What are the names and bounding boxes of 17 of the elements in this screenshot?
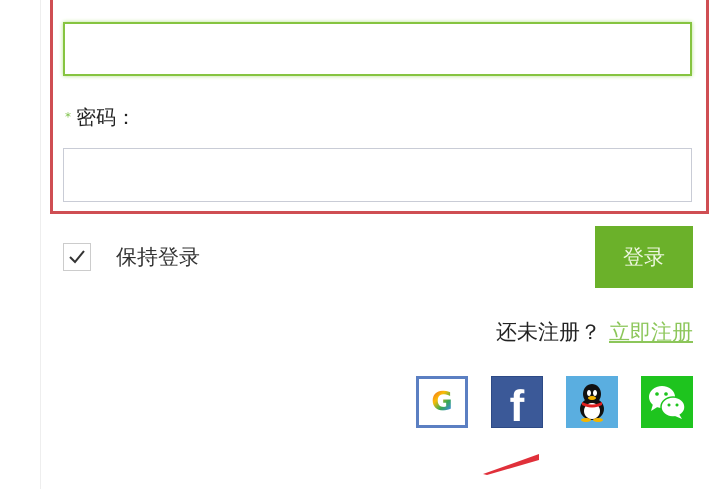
password-label: 密码： [76,104,136,130]
google-login-button[interactable]: G [416,376,468,428]
login-button[interactable]: 登录 [595,226,693,288]
facebook-login-button[interactable]: f [491,376,543,428]
chat-bubbles-icon [647,384,687,420]
annotation-line [483,454,539,475]
email-field[interactable] [63,22,692,76]
password-field[interactable] [63,148,692,202]
qq-login-button[interactable] [566,376,618,428]
checkbox[interactable] [63,243,91,271]
penguin-icon [577,382,607,422]
keep-logged-in-label: 保持登录 [116,244,200,271]
wechat-login-button[interactable] [641,376,693,428]
register-link[interactable]: 立即注册 [609,318,693,346]
register-prompt: 还未注册？ [496,319,601,346]
checkmark-icon [68,249,86,265]
required-mark: * [65,110,71,124]
